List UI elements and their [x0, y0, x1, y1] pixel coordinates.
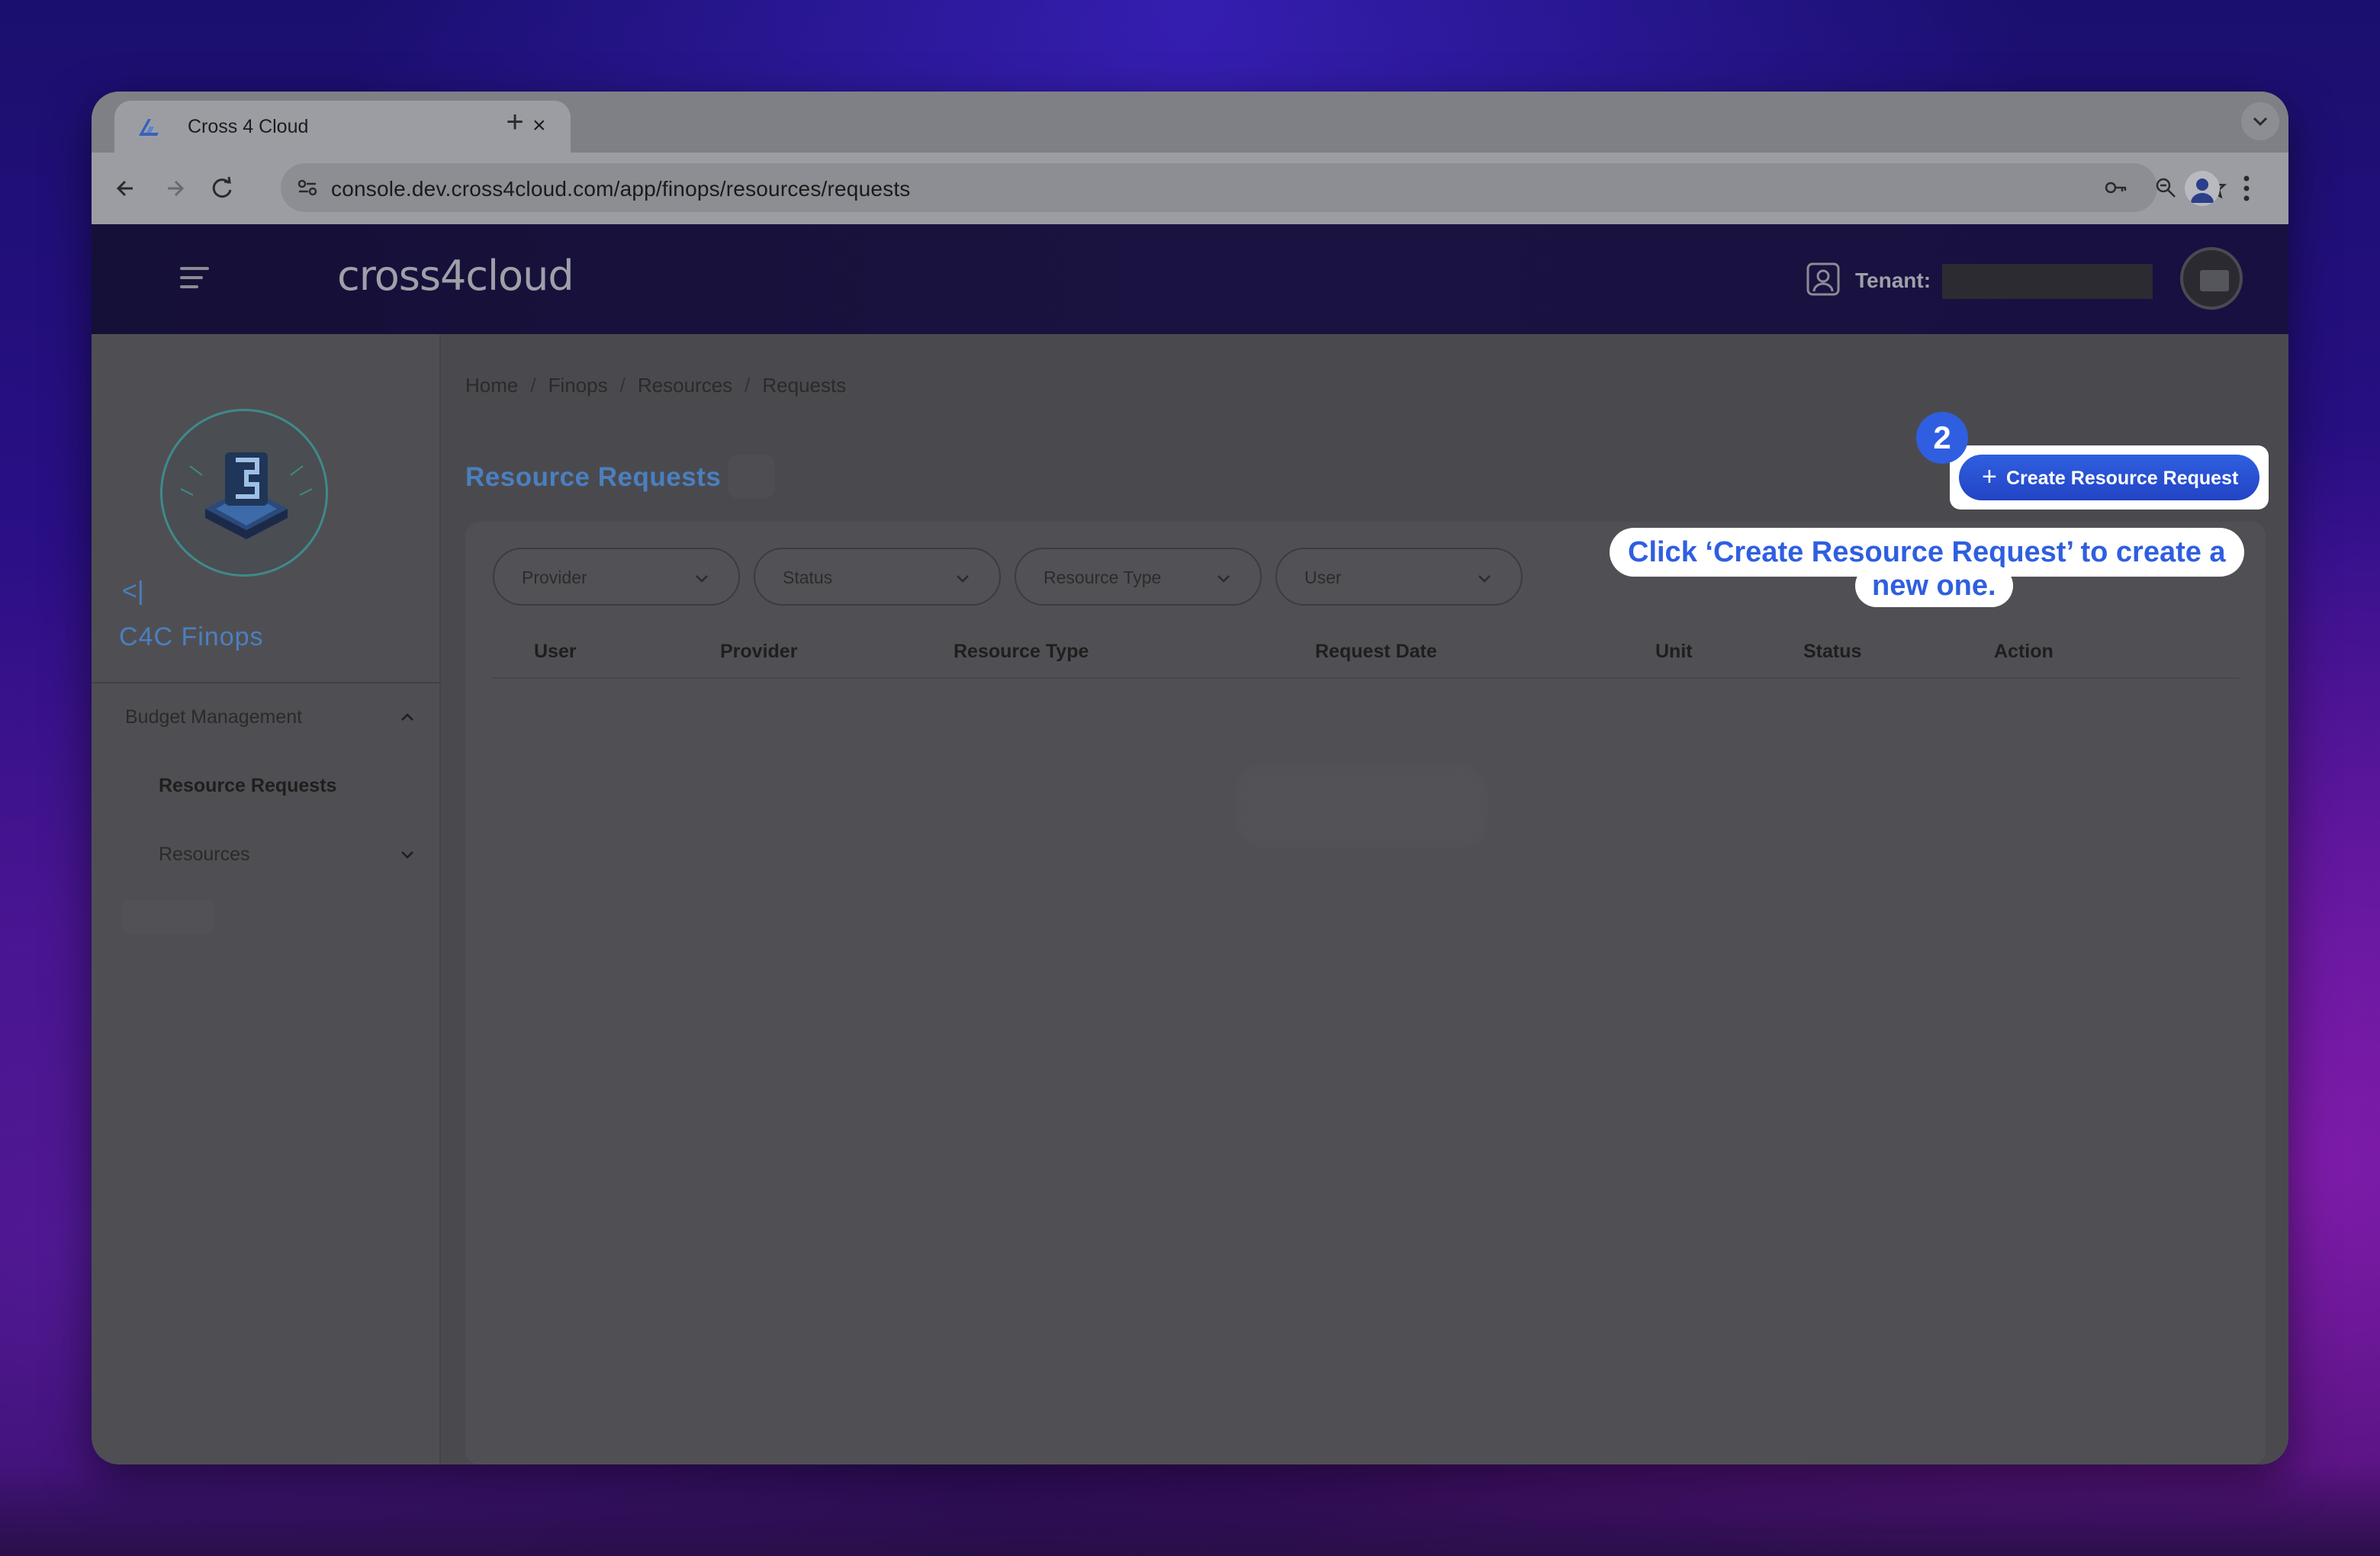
chevron-down-icon — [2253, 117, 2268, 127]
user-avatar[interactable] — [2180, 247, 2243, 310]
browser-toolbar: console.dev.cross4cloud.com/app/finops/r… — [92, 153, 2288, 224]
guide-step-badge: 2 — [1916, 412, 1968, 464]
column-header-unit[interactable]: Unit — [1655, 641, 1693, 663]
chevron-down-icon[interactable] — [397, 844, 418, 865]
chevron-down-icon — [1478, 575, 1491, 583]
column-header-request-date[interactable]: Request Date — [1315, 641, 1437, 663]
loading-placeholder — [1236, 764, 1488, 848]
cross4cloud-favicon-icon — [139, 119, 159, 136]
user-filter[interactable]: User — [1275, 548, 1523, 606]
browser-menu-icon[interactable] — [2235, 169, 2258, 207]
column-header-resource-type[interactable]: Resource Type — [954, 641, 1089, 663]
filter-label: User — [1304, 567, 1342, 587]
reload-icon[interactable] — [206, 172, 238, 204]
breadcrumb: Home / Finops / Resources / Requests — [465, 374, 846, 397]
chevron-down-icon — [957, 575, 969, 583]
site-settings-icon[interactable] — [294, 175, 320, 201]
sidebar-collapse-button[interactable]: <| — [122, 577, 144, 606]
tenant-label: Tenant: — [1855, 268, 1931, 292]
avatar-image-placeholder — [2200, 270, 2229, 291]
breadcrumb-separator: / — [619, 374, 626, 397]
breadcrumb-finops[interactable]: Finops — [548, 374, 608, 397]
filter-label: Status — [783, 567, 833, 587]
breadcrumb-resources[interactable]: Resources — [638, 374, 732, 397]
tab-strip: Cross 4 Cloud × + — [92, 92, 2288, 153]
app-header: cross4cloud Tenant: — [92, 224, 2288, 334]
chevron-up-icon[interactable] — [397, 706, 418, 728]
finops-module-logo — [160, 409, 328, 577]
column-header-status[interactable]: Status — [1803, 641, 1861, 663]
resource-type-filter[interactable]: Resource Type — [1015, 548, 1262, 606]
sidebar-module-title: C4C Finops — [119, 622, 264, 651]
status-filter[interactable]: Status — [754, 548, 1001, 606]
person-icon — [2191, 178, 2214, 203]
column-header-user[interactable]: User — [534, 641, 577, 663]
sidebar-item-resources[interactable]: Resources — [159, 844, 250, 866]
sidebar-item-resource-requests[interactable]: Resource Requests — [159, 775, 336, 797]
filter-label: Provider — [522, 567, 587, 587]
tab-search-dropdown[interactable] — [2241, 102, 2279, 140]
browser-profile-avatar[interactable] — [2185, 171, 2220, 206]
create-resource-request-button[interactable]: + Create Resource Request — [1959, 455, 2259, 500]
sidebar-group-budget-management[interactable]: Budget Management — [125, 706, 302, 728]
column-header-action[interactable]: Action — [1994, 641, 2054, 663]
key-icon[interactable] — [2102, 175, 2128, 201]
guide-tooltip-line2: new one. — [1855, 564, 2013, 607]
sidebar-divider — [92, 682, 439, 683]
create-button-label: Create Resource Request — [2006, 468, 2239, 489]
forward-arrow-icon[interactable] — [159, 172, 191, 204]
zoom-icon[interactable] — [2153, 175, 2179, 201]
breadcrumb-separator: / — [745, 374, 751, 397]
sidebar: <| C4C Finops Budget Management Resource… — [92, 334, 441, 1464]
provider-filter[interactable]: Provider — [493, 548, 740, 606]
requests-card: Provider Status Resource Type User User … — [465, 522, 2266, 1464]
filter-label: Resource Type — [1044, 567, 1162, 587]
tab-close-icon[interactable]: × — [532, 113, 546, 139]
browser-window: Cross 4 Cloud × + console.dev.cross4clou… — [92, 92, 2288, 1464]
chevron-down-icon — [1217, 575, 1230, 583]
finops-cube-icon — [180, 452, 313, 539]
column-header-provider[interactable]: Provider — [720, 641, 797, 663]
tenant-value-redacted[interactable] — [1942, 264, 2153, 299]
address-bar[interactable]: console.dev.cross4cloud.com/app/finops/r… — [281, 163, 2227, 212]
back-arrow-icon[interactable] — [110, 172, 142, 204]
sidebar-placeholder — [122, 900, 214, 934]
chevron-down-icon — [696, 575, 708, 583]
tab-title: Cross 4 Cloud — [188, 116, 309, 137]
breadcrumb-separator: / — [530, 374, 536, 397]
cross4cloud-logo[interactable]: cross4cloud — [337, 252, 574, 300]
tenant-badge-icon — [1806, 262, 1840, 296]
hamburger-menu-icon[interactable] — [178, 262, 211, 293]
breadcrumb-home[interactable]: Home — [465, 374, 518, 397]
desktop-background-bottom — [0, 1464, 2380, 1556]
count-badge-placeholder — [728, 455, 775, 499]
table-header: User Provider Resource Type Request Date… — [493, 624, 2240, 679]
page-title: Resource Requests — [465, 462, 722, 492]
url-text: console.dev.cross4cloud.com/app/finops/r… — [331, 177, 911, 201]
plus-icon: + — [1982, 462, 1997, 491]
breadcrumb-requests: Requests — [762, 374, 847, 397]
new-tab-button[interactable]: + — [496, 101, 534, 143]
